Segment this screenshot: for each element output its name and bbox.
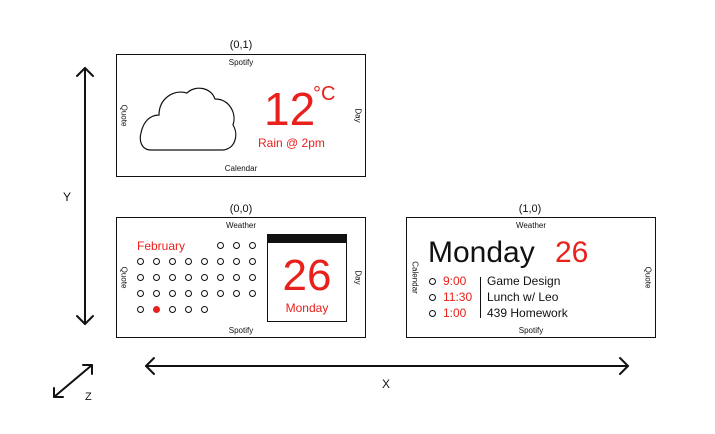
agenda-event-time: 1:00 [443,306,467,320]
panel-top-edge-left: Quote [119,104,129,127]
calendar-day-dot [169,290,176,297]
agenda-event-title: Lunch w/ Leo [487,290,559,304]
calendar-day-dot [185,258,192,265]
panel-right-coord: (1,0) [518,203,542,215]
agenda-event-bullet [429,294,436,301]
calendar-day-dot [169,258,176,265]
calendar-day-dot [201,290,208,297]
x-axis-arrow [145,357,629,375]
agenda-event-bullet [429,278,436,285]
calendar-day-dot [201,258,208,265]
panel-top-edge-top: Spotify [228,58,254,67]
date-card-day-name: Monday [285,301,329,315]
calendar-day-dot [217,290,224,297]
agenda-day-number: 26 [555,236,589,269]
agenda-day-name: Monday [428,236,535,269]
calendar-day-dot [249,274,256,281]
calendar-day-dot [201,306,208,313]
calendar-day-dot [217,258,224,265]
agenda-divider [480,277,481,318]
panel-top-coord: (0,1) [229,39,253,51]
date-card: 26 Monday [267,234,347,322]
panel-right-edge-bottom: Spotify [518,326,544,335]
panel-middle: Weather Spotify Quote Day February 26 Mo… [116,217,366,338]
calendar-day-dot [233,258,240,265]
calendar-day-dot [233,274,240,281]
cloud-icon [139,87,237,151]
panel-right-edge-left: Calendar [410,261,420,294]
y-axis-label: Y [63,190,72,204]
agenda-event-time: 9:00 [443,274,467,288]
calendar-day-dot [249,242,256,249]
panel-top: Spotify Calendar Quote Day 12 °C Rain @ … [116,54,366,177]
agenda-event-time: 11:30 [443,290,473,304]
calendar-day-dot [137,258,144,265]
date-card-header [267,234,347,243]
y-axis-arrow [76,67,94,325]
calendar-day-dot [169,306,176,313]
calendar-day-current [153,306,160,313]
calendar-day-dot [153,258,160,265]
calendar-day-dot [137,290,144,297]
agenda-event-title: Game Design [487,274,561,288]
calendar-day-dot [249,258,256,265]
calendar-day-dot [185,290,192,297]
date-card-day-number: 26 [282,251,332,300]
panel-right: Weather Spotify Calendar Quote Monday 26… [406,217,656,338]
temperature-value: 12 [264,83,316,135]
calendar-day-dot [233,290,240,297]
calendar-day-dot [185,274,192,281]
panel-middle-coord: (0,0) [229,203,253,215]
agenda-event-bullet [429,310,436,317]
agenda-event-title: 439 Homework [487,306,568,320]
temperature-unit: °C [313,83,336,105]
calendar-day-dot [249,290,256,297]
x-axis-label: X [382,377,391,391]
calendar-day-dot [153,274,160,281]
forecast-text: Rain @ 2pm [258,136,325,150]
panel-right-edge-top: Weather [515,221,547,230]
calendar-day-dot [137,306,144,313]
z-axis-label: Z [85,391,92,403]
calendar-day-dot [169,274,176,281]
panel-right-edge-right: Quote [643,266,653,289]
panel-top-edge-right: Day [353,108,363,123]
calendar-day-dot [153,290,160,297]
calendar-day-dot [185,306,192,313]
calendar-day-dot [201,274,208,281]
calendar-day-dot [233,242,240,249]
calendar-day-dot [217,242,224,249]
calendar-day-dot [217,274,224,281]
panel-top-edge-bottom: Calendar [224,164,258,173]
calendar-day-dot [137,274,144,281]
